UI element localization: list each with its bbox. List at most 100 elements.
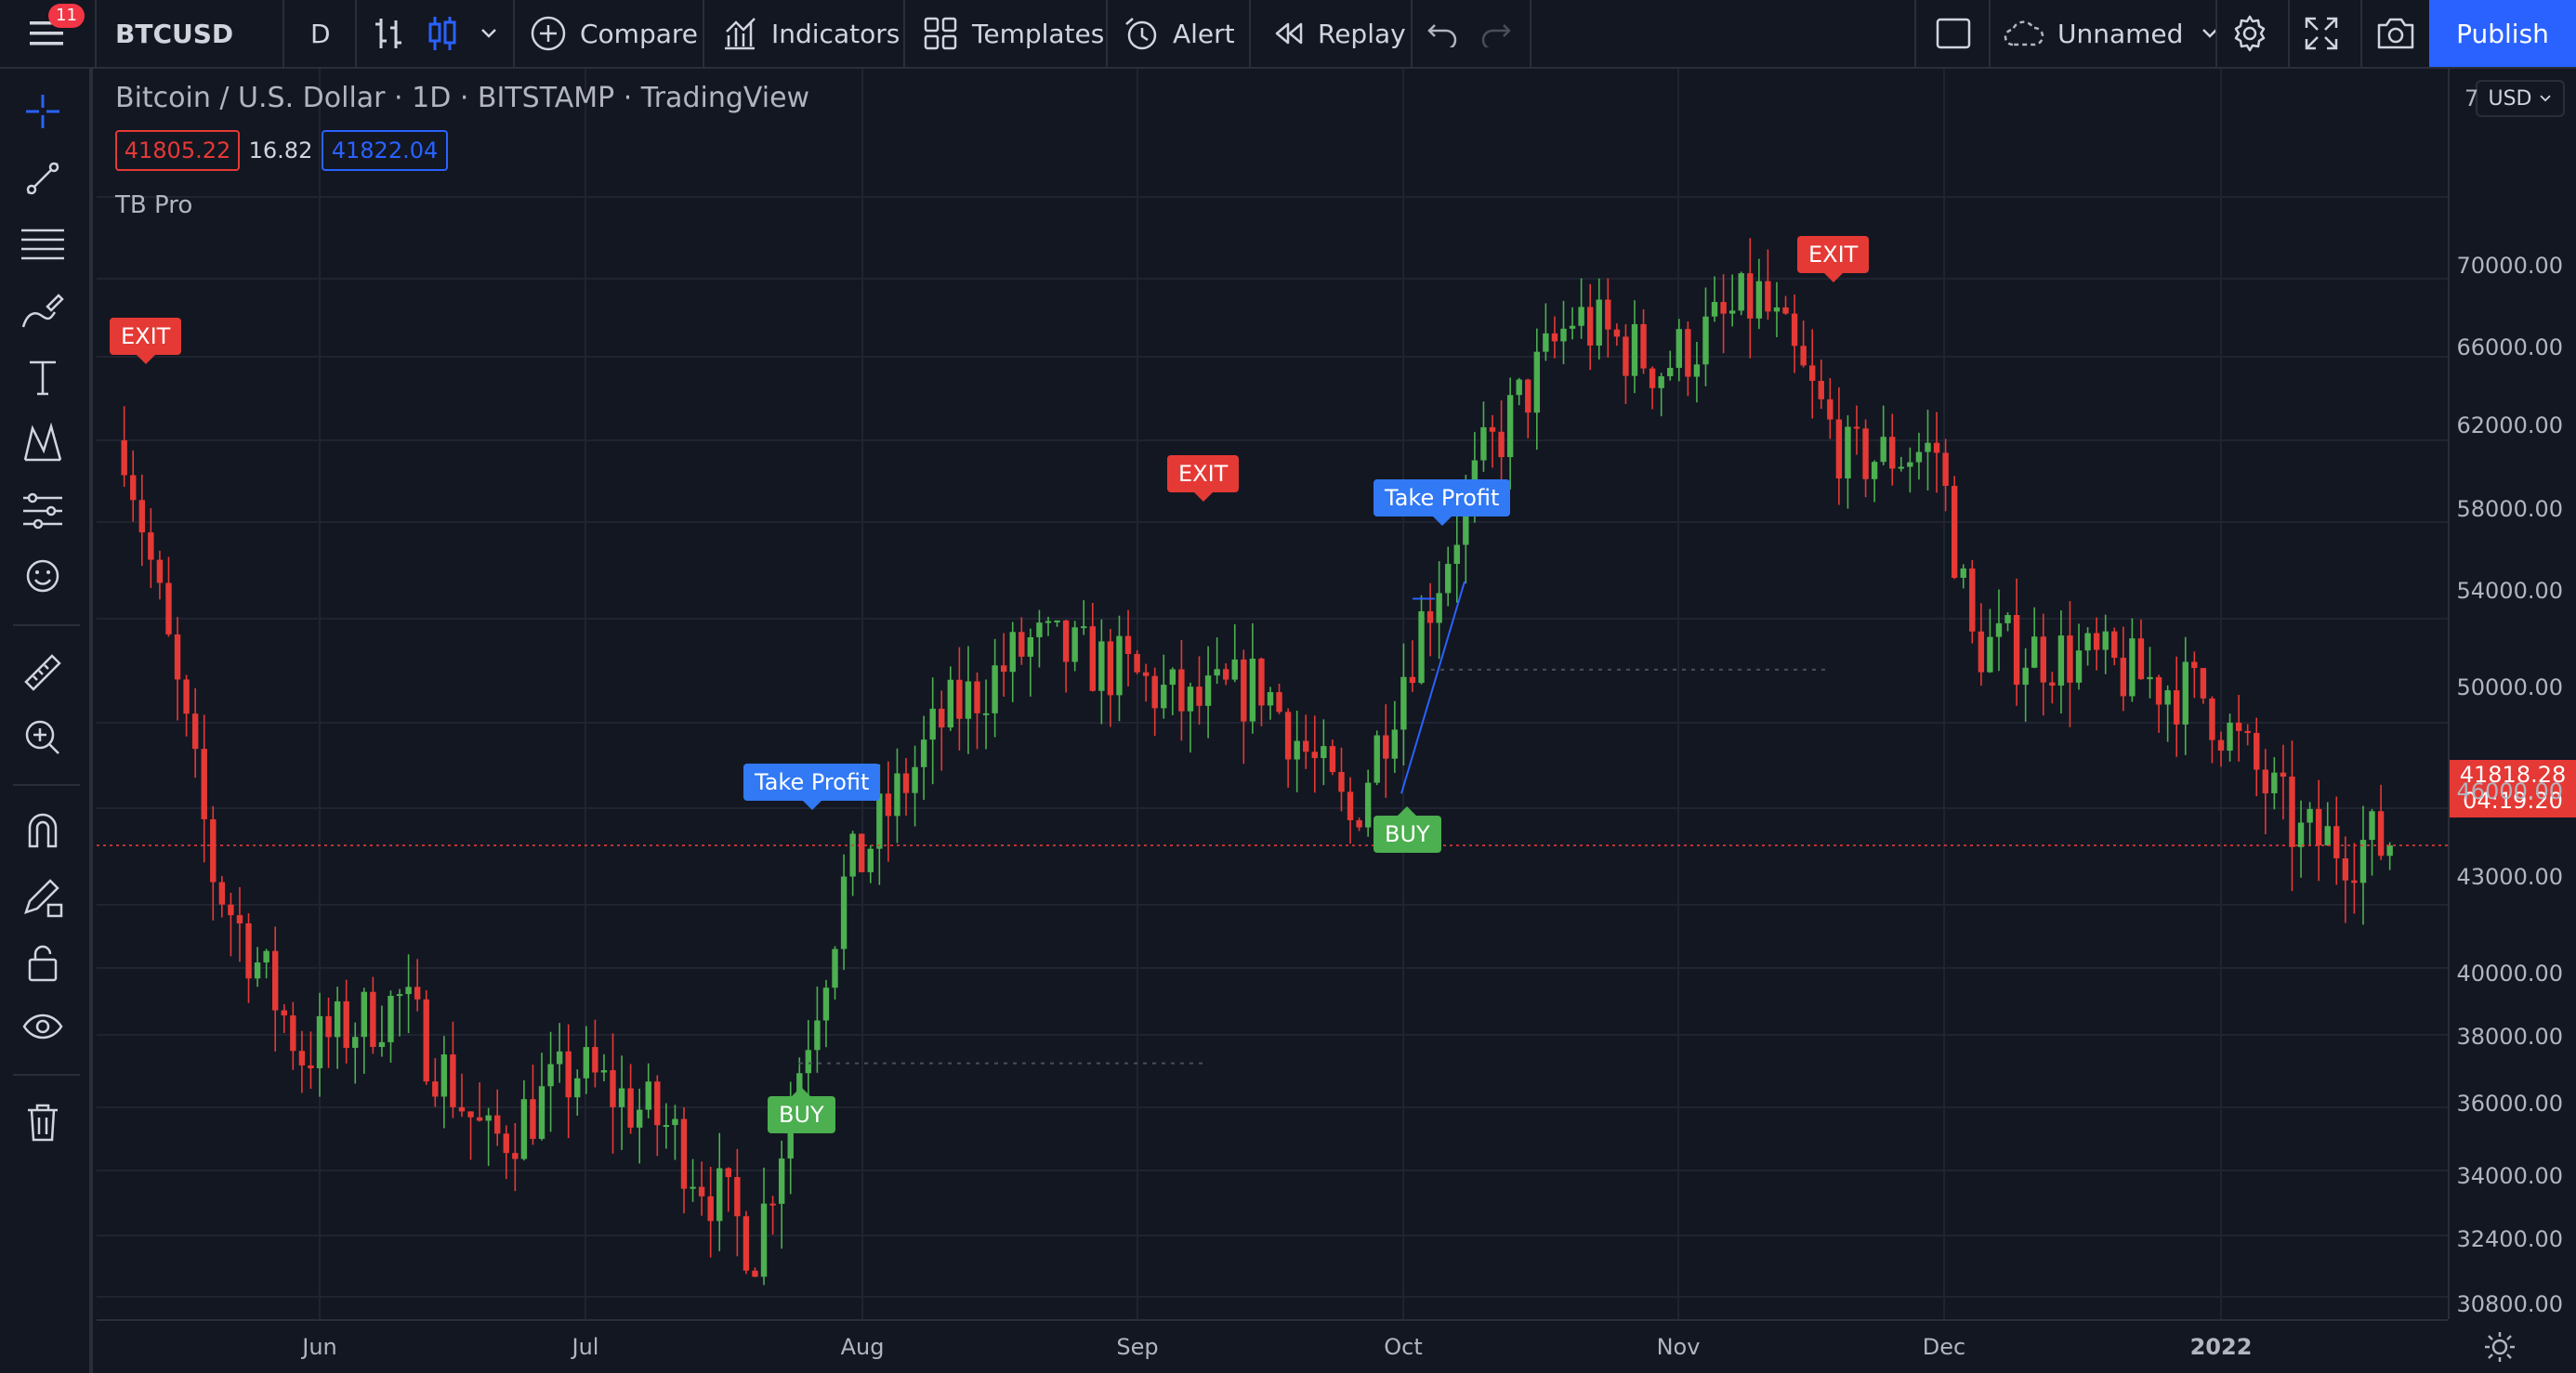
candle-down <box>627 1088 634 1128</box>
candle-down <box>236 915 243 923</box>
candle-up <box>1543 333 1549 352</box>
fib-tool[interactable] <box>19 221 67 269</box>
menu-button[interactable]: 11 <box>22 0 85 67</box>
forecast-tool[interactable] <box>19 487 67 535</box>
symbol-legend-title: Bitcoin / U.S. Dollar · 1D · BITSTAMP · … <box>115 82 810 114</box>
remove-drawings[interactable] <box>19 1098 67 1146</box>
fib-lines-icon <box>21 229 64 260</box>
candle-down <box>1889 437 1896 469</box>
candle-down <box>1835 419 1843 479</box>
candle-up <box>1907 462 1913 467</box>
measure-tool[interactable] <box>19 648 67 697</box>
time-tick-label: 2022 <box>2189 1334 2253 1360</box>
candle-up <box>1391 729 1399 759</box>
candle-up <box>1533 351 1541 413</box>
candle-up <box>867 848 874 872</box>
candle-down <box>2351 880 2358 883</box>
candle-down <box>1489 426 1496 432</box>
candle-down <box>2200 668 2207 699</box>
price-tick-label: 32400.00 <box>2456 1226 2563 1252</box>
magnet-icon <box>28 813 58 848</box>
publish-button[interactable]: Publish <box>2429 0 2576 67</box>
candle-up <box>1569 325 1576 329</box>
interval-selector[interactable]: D <box>310 0 331 67</box>
candle-down <box>592 1047 598 1073</box>
price-chart[interactable] <box>97 69 2448 1319</box>
currency-selector[interactable]: USD <box>2476 80 2565 117</box>
time-tick-label: Aug <box>840 1334 885 1360</box>
layout-selector[interactable]: Unnamed <box>2002 0 2220 67</box>
fullscreen-button[interactable] <box>2303 0 2340 67</box>
top-toolbar: 11 BTCUSD D Compare Indicators Templates… <box>0 0 2576 69</box>
time-tick-label: Nov <box>1656 1334 1701 1360</box>
candle-down <box>2191 661 2198 669</box>
candle-down <box>218 882 226 905</box>
candle-up <box>1294 740 1300 760</box>
candle-down <box>1019 632 1025 657</box>
pattern-tool[interactable] <box>19 420 67 468</box>
price-scale[interactable]: USD 7 41818.28 04:19:20 70000.00 66000.00… <box>2448 69 2576 1319</box>
text-tool[interactable] <box>19 353 67 401</box>
candle-down <box>298 1051 306 1066</box>
compare-button[interactable]: Compare <box>530 0 698 67</box>
spread-value: 16.82 <box>248 137 313 163</box>
candle-down <box>2173 690 2180 725</box>
lock-drawings[interactable] <box>19 938 67 987</box>
templates-button[interactable]: Templates <box>922 0 1104 67</box>
fullscreen-layout-button[interactable] <box>1935 0 1972 67</box>
candle-up <box>1960 568 1966 578</box>
text-icon <box>30 360 56 396</box>
undo-icon <box>1427 24 1457 47</box>
candle-down <box>680 1118 688 1189</box>
chevron-down-icon <box>2539 95 2551 102</box>
alert-button[interactable]: Alert <box>1123 0 1235 67</box>
snapshot-button[interactable] <box>2375 0 2416 67</box>
hide-drawings[interactable] <box>19 1003 67 1052</box>
undo-button[interactable] <box>1427 0 1459 67</box>
candle-down <box>2049 682 2056 686</box>
candle-chart-type-button[interactable] <box>426 0 459 67</box>
candle-down <box>183 679 190 714</box>
candle-up <box>1631 323 1638 376</box>
candle-up <box>1676 329 1682 368</box>
candle-down <box>743 1216 750 1271</box>
candle-up <box>1693 364 1701 377</box>
exit-signal: EXIT <box>1797 236 1870 282</box>
candle-down <box>565 1051 572 1098</box>
candle-down <box>1222 669 1229 680</box>
chart-type-dropdown[interactable] <box>480 0 498 67</box>
trend-line-tool[interactable] <box>19 154 67 203</box>
candle-up <box>894 773 900 817</box>
candle-up <box>1480 426 1487 461</box>
candle-down <box>1827 399 1833 420</box>
bar-chart-type-button[interactable] <box>372 0 405 67</box>
zoom-tool[interactable] <box>19 713 67 762</box>
crosshair-tool[interactable] <box>19 87 67 136</box>
candle-down <box>165 582 172 634</box>
settings-button[interactable] <box>2230 0 2269 67</box>
candle-down <box>210 818 217 883</box>
scale-settings-button[interactable] <box>2483 1330 2517 1367</box>
candle-up <box>1364 782 1372 828</box>
candle-down <box>1383 735 1389 759</box>
candle-up <box>1578 307 1584 326</box>
candle-down <box>370 991 376 1048</box>
candle-down <box>1000 665 1007 673</box>
redo-button[interactable] <box>1479 0 1511 67</box>
candle-up <box>636 1109 643 1128</box>
candle-up <box>965 681 972 719</box>
replay-button[interactable]: Replay <box>1269 0 1406 67</box>
expand-icon <box>2305 17 2338 50</box>
candle-up <box>814 1020 821 1051</box>
indicators-button[interactable]: Indicators <box>721 0 900 67</box>
stay-in-drawing-mode[interactable] <box>19 873 67 922</box>
trend-line-icon <box>26 162 59 195</box>
symbol-search[interactable]: BTCUSD <box>115 0 233 67</box>
forecast-icon <box>23 492 62 530</box>
ruler-icon <box>24 654 61 691</box>
brush-tool[interactable] <box>19 288 67 336</box>
icons-tool[interactable] <box>19 552 67 600</box>
time-scale[interactable]: Jun Jul Aug Sep Oct Nov Dec 2022 <box>97 1319 2515 1373</box>
magnet-tool[interactable] <box>19 806 67 855</box>
candle-down <box>1426 611 1434 623</box>
